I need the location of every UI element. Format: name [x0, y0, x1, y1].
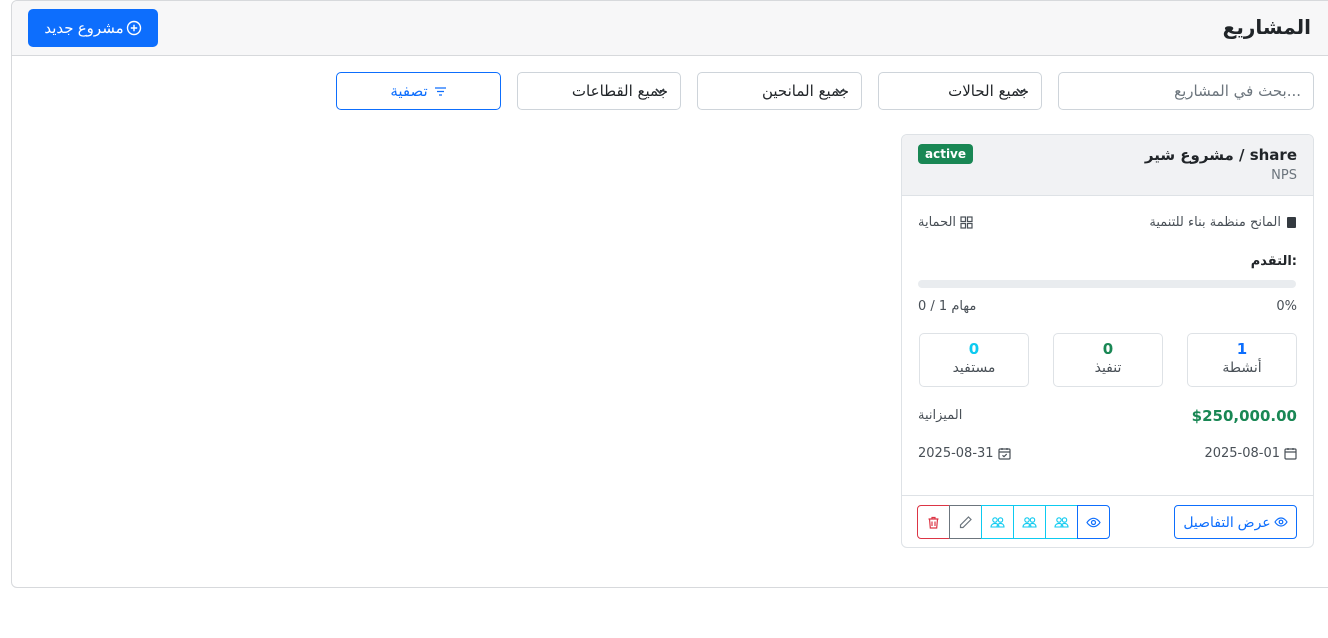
action-button-group — [917, 505, 1110, 539]
people-icon — [990, 516, 1005, 528]
filter-icon — [434, 86, 446, 96]
project-code: NPS — [1271, 168, 1297, 183]
budget-label: الميزانية — [918, 408, 963, 423]
plus-circle-icon — [126, 20, 141, 36]
search-input[interactable]: بحث في المشاريع... — [1058, 72, 1314, 110]
eye-icon — [1086, 517, 1101, 527]
calendar-check-icon — [997, 448, 1011, 460]
project-card: مشروع شير / share NPS active المانح منظم… — [901, 134, 1314, 548]
end-date: 2025-08-31 — [918, 446, 1011, 461]
sector-text: الحماية — [918, 215, 957, 230]
panel-header: المشاريع مشروع جديد — [12, 1, 1328, 56]
stat-implementation-label: تنفيذ — [1094, 360, 1122, 376]
page-title: المشاريع — [1222, 15, 1311, 39]
view-details-button[interactable]: عرض التفاصيل — [1174, 505, 1297, 539]
sector-select[interactable]: جميع القطاعات — [517, 72, 681, 110]
donor-select[interactable]: جميع المانحين — [697, 72, 862, 110]
sector-info: الحماية — [918, 215, 973, 230]
people-icon — [1054, 516, 1069, 528]
book-icon — [1287, 217, 1296, 228]
view-button[interactable] — [1077, 505, 1110, 539]
grid-icon — [960, 216, 973, 229]
progress-bar — [918, 280, 1296, 288]
filter-button-label: تصفية — [390, 83, 428, 100]
budget-value: $250,000.00 — [1191, 407, 1297, 425]
filter-button[interactable]: تصفية — [336, 72, 501, 110]
card-divider — [902, 495, 1313, 496]
people-icon — [1022, 516, 1037, 528]
stat-beneficiaries-label: مستفيد — [952, 360, 996, 376]
chevron-down-icon — [1016, 88, 1026, 95]
project-card-header: مشروع شير / share NPS active — [902, 135, 1313, 196]
stat-activities: 1 أنشطة — [1187, 333, 1297, 387]
team-button-1[interactable] — [981, 505, 1014, 539]
stat-activities-label: أنشطة — [1222, 360, 1262, 376]
trash-icon — [928, 516, 939, 529]
projects-panel: المشاريع مشروع جديد بحث في المشاريع... ج… — [11, 0, 1328, 588]
start-date: 2025-08-01 — [1204, 446, 1297, 461]
status-badge: active — [918, 144, 974, 164]
stat-beneficiaries-value: 0 — [968, 340, 980, 358]
delete-button[interactable] — [917, 505, 950, 539]
eye-icon — [1273, 517, 1288, 527]
view-details-label: عرض التفاصيل — [1183, 513, 1271, 530]
status-select[interactable]: جميع الحالات — [878, 72, 1042, 110]
chevron-down-icon — [655, 88, 665, 95]
stat-beneficiaries: 0 مستفيد — [919, 333, 1029, 387]
chevron-down-icon — [835, 88, 845, 95]
pencil-icon — [959, 515, 972, 528]
stat-implementation: 0 تنفيذ — [1053, 333, 1163, 387]
donor-info: المانح منظمة بناء للتنمية — [1149, 215, 1297, 230]
stat-implementation-value: 0 — [1102, 340, 1114, 358]
stat-activities-value: 1 — [1236, 340, 1248, 358]
donor-text: المانح منظمة بناء للتنمية — [1149, 215, 1281, 230]
start-date-text: 2025-08-01 — [1204, 446, 1280, 461]
end-date-text: 2025-08-31 — [918, 446, 994, 461]
new-project-button[interactable]: مشروع جديد — [28, 9, 158, 47]
progress-label: التقدم: — [1250, 254, 1297, 269]
team-button-2[interactable] — [1013, 505, 1046, 539]
progress-percent: 0% — [1276, 299, 1297, 314]
new-project-label: مشروع جديد — [44, 20, 124, 37]
edit-button[interactable] — [949, 505, 982, 539]
tasks-count: 0 / 1 مهام — [918, 299, 977, 314]
calendar-icon — [1284, 448, 1297, 460]
team-button-3[interactable] — [1045, 505, 1078, 539]
project-title: مشروع شير / share — [1144, 146, 1297, 164]
